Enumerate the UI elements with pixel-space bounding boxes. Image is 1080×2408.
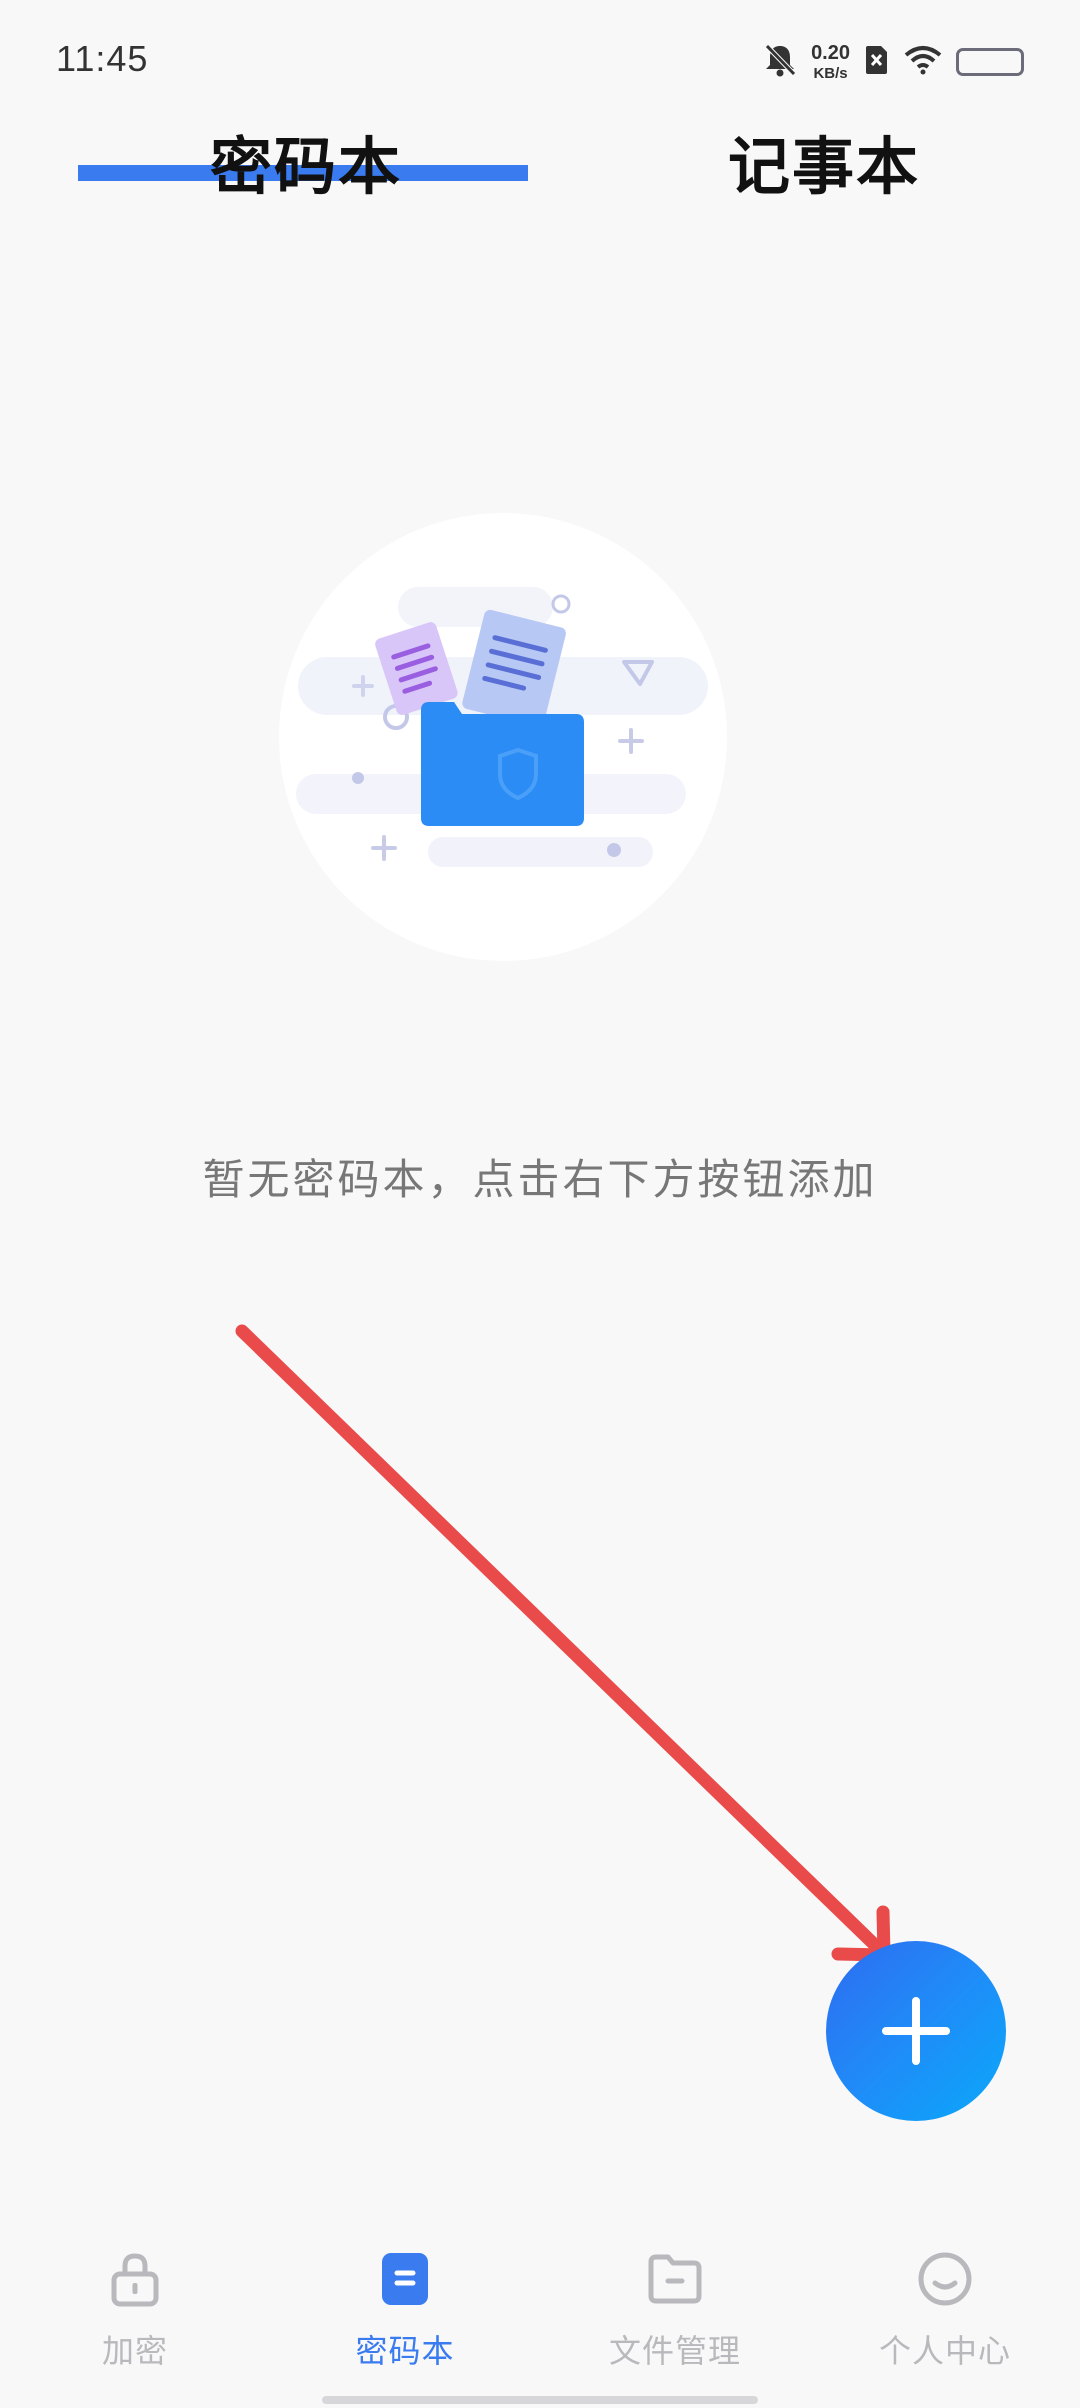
plus-icon bbox=[882, 1997, 950, 2065]
add-password-book-button[interactable] bbox=[826, 1941, 1006, 2121]
empty-folder-illustration bbox=[278, 512, 728, 962]
tab-password-book[interactable]: 密码本 bbox=[210, 116, 402, 206]
home-indicator bbox=[322, 2396, 758, 2404]
sim-off-icon bbox=[864, 44, 890, 80]
wifi-icon bbox=[904, 45, 942, 79]
battery-icon bbox=[956, 48, 1024, 76]
nav-label-encrypt: 加密 bbox=[101, 2332, 168, 2370]
status-icons: 0.20 KB/s bbox=[763, 40, 1024, 84]
nav-item-profile[interactable]: 个人中心 bbox=[810, 2230, 1080, 2370]
net-speed: 0.20 KB/s bbox=[811, 43, 850, 81]
nav-item-encrypt[interactable]: 加密 bbox=[0, 2230, 270, 2370]
nav-label-profile: 个人中心 bbox=[878, 2332, 1011, 2370]
tab-notebook[interactable]: 记事本 bbox=[728, 116, 920, 206]
bell-muted-icon bbox=[763, 42, 797, 82]
nav-item-password-book[interactable]: 密码本 bbox=[270, 2230, 540, 2370]
folder-icon bbox=[646, 2250, 704, 2308]
top-tabs: 密码本 记事本 bbox=[0, 110, 1080, 210]
notebook-icon bbox=[376, 2250, 434, 2308]
net-speed-unit: KB/s bbox=[813, 65, 848, 82]
nav-label-file-manager: 文件管理 bbox=[608, 2332, 741, 2370]
smile-icon bbox=[916, 2250, 974, 2308]
nav-item-file-manager[interactable]: 文件管理 bbox=[540, 2230, 810, 2370]
empty-state-message: 暂无密码本，点击右下方按钮添加 bbox=[202, 1155, 878, 1204]
nav-label-password-book: 密码本 bbox=[355, 2332, 455, 2370]
status-time: 11:45 bbox=[56, 38, 149, 79]
net-speed-value: 0.20 bbox=[811, 42, 850, 64]
bottom-nav: 加密 密码本 文件管理 个人中心 bbox=[0, 2230, 1080, 2370]
lock-icon bbox=[106, 2250, 164, 2308]
